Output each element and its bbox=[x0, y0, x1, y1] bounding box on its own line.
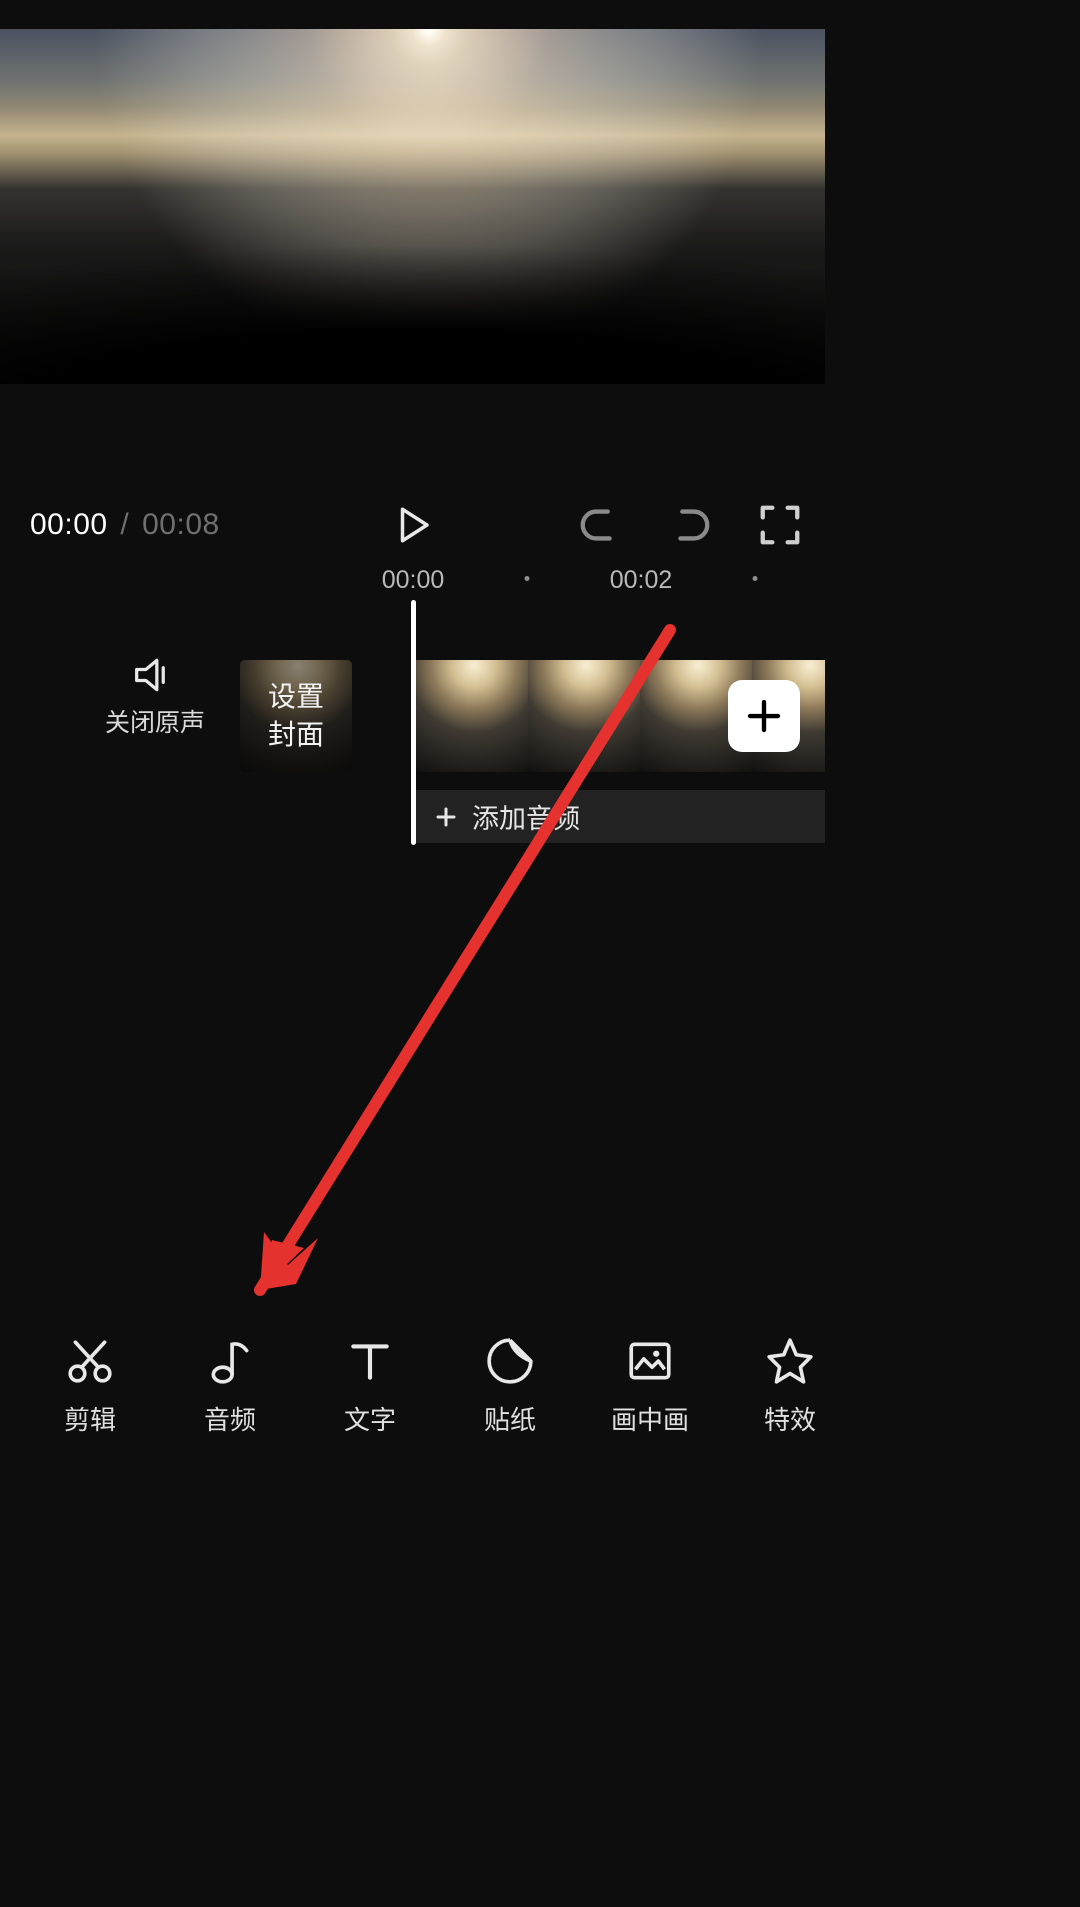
toolbar-label: 特效 bbox=[764, 1400, 816, 1437]
toolbar-effects[interactable]: 特效 bbox=[720, 1316, 860, 1456]
bottom-toolbar: 剪辑 音频 文字 贴纸 bbox=[0, 1316, 825, 1456]
sticker-icon bbox=[485, 1336, 535, 1386]
toolbar-sticker[interactable]: 贴纸 bbox=[440, 1316, 580, 1456]
redo-button[interactable] bbox=[667, 502, 713, 548]
speaker-icon bbox=[95, 655, 215, 695]
undo-button[interactable] bbox=[577, 502, 623, 548]
timeline-ruler[interactable]: 00:00 00:02 bbox=[0, 562, 825, 602]
toolbar-pip[interactable]: 画中画 bbox=[580, 1316, 720, 1456]
ruler-mark: 00:02 bbox=[610, 566, 673, 595]
timeline[interactable]: 关闭原声 设置 封面 添加音频 bbox=[0, 600, 825, 870]
set-cover-button[interactable]: 设置 封面 bbox=[240, 660, 352, 772]
set-cover-label: 设置 封面 bbox=[268, 678, 324, 754]
toolbar-text[interactable]: 文字 bbox=[300, 1316, 440, 1456]
timecode: 00:00 / 00:08 bbox=[30, 508, 220, 542]
timecode-duration: 00:08 bbox=[142, 508, 220, 541]
clip-frame bbox=[528, 660, 640, 772]
toolbar-edit[interactable]: 剪辑 bbox=[20, 1316, 160, 1456]
ruler-dot bbox=[753, 576, 758, 581]
plus-icon bbox=[434, 805, 458, 829]
clip-frame bbox=[416, 660, 528, 772]
picture-in-picture-icon bbox=[625, 1336, 675, 1386]
transport-bar: 00:00 / 00:08 bbox=[0, 490, 825, 560]
toolbar-label: 贴纸 bbox=[484, 1400, 536, 1437]
star-icon bbox=[765, 1336, 815, 1386]
music-note-icon bbox=[205, 1336, 255, 1386]
scissors-icon bbox=[65, 1336, 115, 1386]
add-clip-button[interactable] bbox=[728, 680, 800, 752]
timecode-separator: / bbox=[120, 508, 129, 541]
toolbar-label: 音频 bbox=[204, 1400, 256, 1437]
video-preview[interactable] bbox=[0, 29, 825, 384]
toolbar-audio[interactable]: 音频 bbox=[160, 1316, 300, 1456]
toolbar-label: 画中画 bbox=[611, 1400, 689, 1437]
toolbar-label: 剪辑 bbox=[64, 1400, 116, 1437]
fullscreen-button[interactable] bbox=[757, 502, 803, 548]
ruler-mark: 00:00 bbox=[382, 566, 445, 595]
add-audio-track-button[interactable]: 添加音频 bbox=[416, 790, 825, 843]
ruler-dot bbox=[525, 576, 530, 581]
transport-right-group bbox=[577, 502, 803, 548]
toolbar-label: 文字 bbox=[344, 1400, 396, 1437]
timecode-current: 00:00 bbox=[30, 508, 108, 541]
text-icon bbox=[345, 1336, 395, 1386]
playhead[interactable] bbox=[411, 600, 416, 845]
mute-original-audio-button[interactable]: 关闭原声 bbox=[95, 655, 215, 739]
play-button[interactable] bbox=[392, 504, 434, 546]
add-audio-label: 添加音频 bbox=[472, 797, 580, 836]
mute-label: 关闭原声 bbox=[95, 703, 215, 739]
